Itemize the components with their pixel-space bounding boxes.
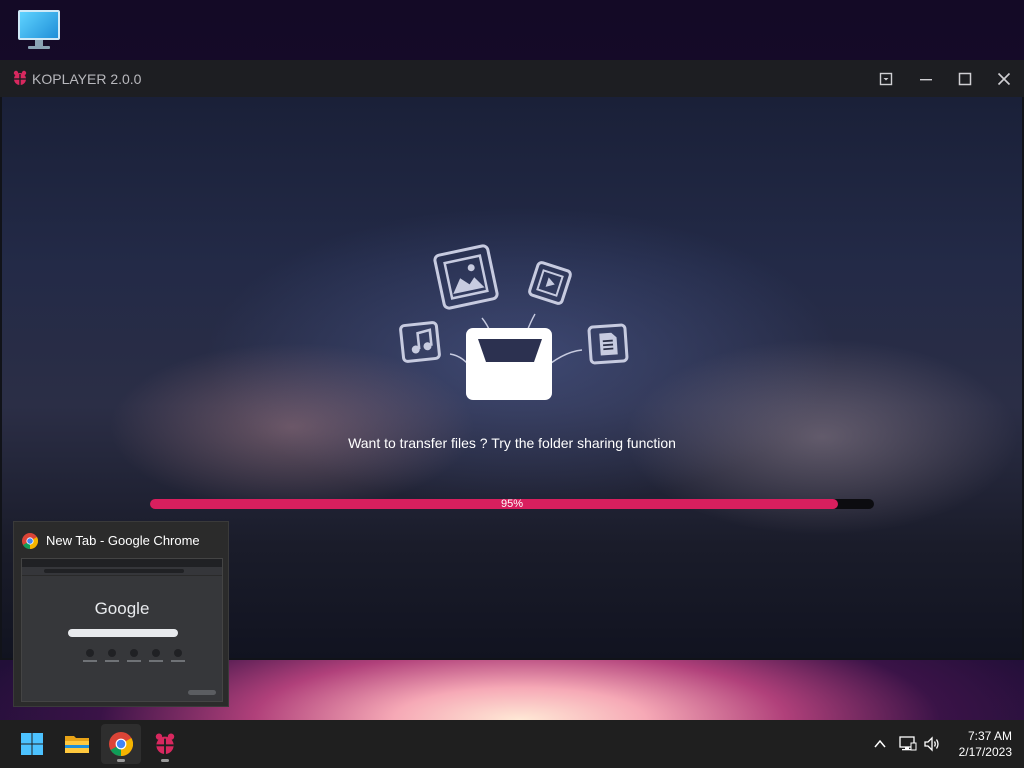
koplayer-icon bbox=[155, 733, 175, 755]
folder-sharing-illustration bbox=[399, 244, 629, 400]
show-hidden-icons-button[interactable] bbox=[870, 734, 890, 754]
minimize-icon bbox=[920, 79, 932, 81]
chrome-taskbar-button[interactable] bbox=[101, 724, 141, 764]
progress-label: 95% bbox=[500, 498, 524, 510]
start-button[interactable] bbox=[12, 724, 52, 764]
chrome-thumbnail[interactable]: Google bbox=[21, 558, 223, 702]
music-file-icon bbox=[399, 321, 441, 363]
this-pc-monitor-icon[interactable] bbox=[18, 10, 60, 50]
dropdown-button[interactable] bbox=[874, 67, 898, 91]
file-explorer-button[interactable] bbox=[57, 724, 97, 764]
chrome-window-preview[interactable]: New Tab - Google Chrome Google bbox=[13, 521, 229, 707]
system-clock[interactable]: 7:37 AM 2/17/2023 bbox=[932, 728, 1012, 760]
thumbnail-search-box bbox=[68, 629, 178, 637]
koplayer-taskbar-button[interactable] bbox=[145, 724, 185, 764]
running-indicator bbox=[117, 759, 125, 762]
taskbar: 7:37 AM 2/17/2023 bbox=[0, 720, 1024, 768]
window-title: KOPLAYER 2.0.0 bbox=[32, 71, 142, 87]
close-icon bbox=[997, 72, 1011, 86]
transfer-message: Want to transfer files ? Try the folder … bbox=[348, 435, 676, 451]
clock-time: 7:37 AM bbox=[967, 729, 1012, 743]
chevron-up-icon bbox=[874, 739, 886, 748]
progress-bar: 95% bbox=[150, 498, 874, 510]
file-explorer-icon bbox=[65, 736, 89, 753]
title-bar[interactable]: KOPLAYER 2.0.0 bbox=[0, 60, 1024, 97]
google-logo: Google bbox=[94, 599, 150, 618]
close-button[interactable] bbox=[992, 67, 1016, 91]
running-indicator bbox=[161, 759, 169, 762]
chrome-icon bbox=[22, 533, 38, 549]
preview-title: New Tab - Google Chrome bbox=[46, 533, 200, 548]
chrome-icon bbox=[109, 732, 133, 756]
clock-date: 2/17/2023 bbox=[958, 745, 1012, 759]
maximize-button[interactable] bbox=[953, 67, 977, 91]
document-file-icon bbox=[587, 323, 629, 365]
inbox-tray-icon bbox=[466, 328, 552, 400]
koplayer-logo-icon bbox=[13, 70, 27, 85]
network-icon bbox=[899, 736, 917, 751]
minimize-button[interactable] bbox=[914, 67, 938, 91]
video-file-icon bbox=[528, 261, 572, 305]
image-file-icon bbox=[433, 244, 499, 310]
windows-start-icon bbox=[21, 733, 43, 755]
maximize-icon bbox=[958, 72, 972, 86]
network-button[interactable] bbox=[898, 734, 918, 754]
dropdown-icon bbox=[879, 72, 893, 86]
